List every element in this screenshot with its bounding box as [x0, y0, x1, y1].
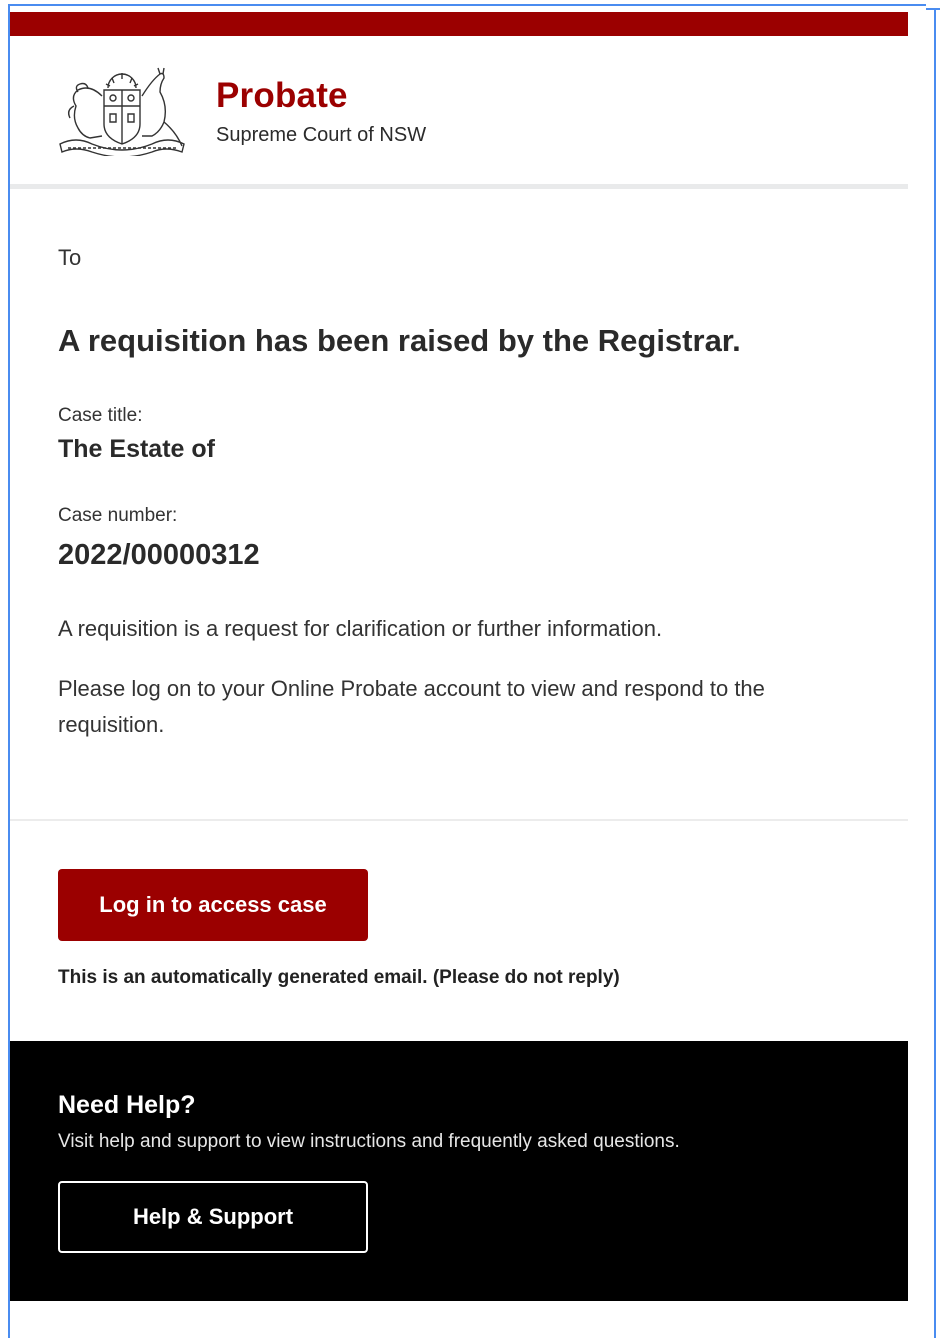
frame-corner-handle — [926, 0, 940, 10]
login-access-case-button[interactable]: Log in to access case — [58, 869, 368, 941]
login-instruction: Please log on to your Online Probate acc… — [58, 676, 765, 737]
frame-right-border — [934, 4, 936, 1338]
case-title-value: The Estate of — [58, 435, 215, 463]
nsw-coat-of-arms-icon — [59, 67, 185, 156]
case-number-label: Case number: — [58, 505, 178, 526]
email-body: Probate Supreme Court of NSW To A requis… — [10, 12, 908, 1301]
email-header: Probate Supreme Court of NSW — [10, 36, 908, 189]
action-section: Log in to access case This is an automat… — [10, 821, 908, 1041]
brand-title: Probate — [216, 76, 348, 115]
auto-generated-note: This is an automatically generated email… — [58, 967, 620, 988]
case-number-value: 2022/00000312 — [58, 539, 260, 571]
recipient-label: To — [58, 245, 82, 270]
help-title: Need Help? — [58, 1091, 196, 1119]
brand-subtitle: Supreme Court of NSW — [216, 124, 427, 146]
help-description: Visit help and support to view instructi… — [58, 1131, 680, 1152]
requisition-definition: A requisition is a request for clarifica… — [58, 616, 663, 641]
email-headline: A requisition has been raised by the Reg… — [58, 323, 741, 358]
case-title-label: Case title: — [58, 405, 143, 426]
email-content: To A requisition has been raised by the … — [10, 189, 908, 821]
frame-top-border — [8, 4, 936, 6]
top-accent-bar — [10, 12, 908, 36]
help-support-button[interactable]: Help & Support — [58, 1181, 368, 1253]
help-footer: Need Help? Visit help and support to vie… — [10, 1041, 908, 1301]
